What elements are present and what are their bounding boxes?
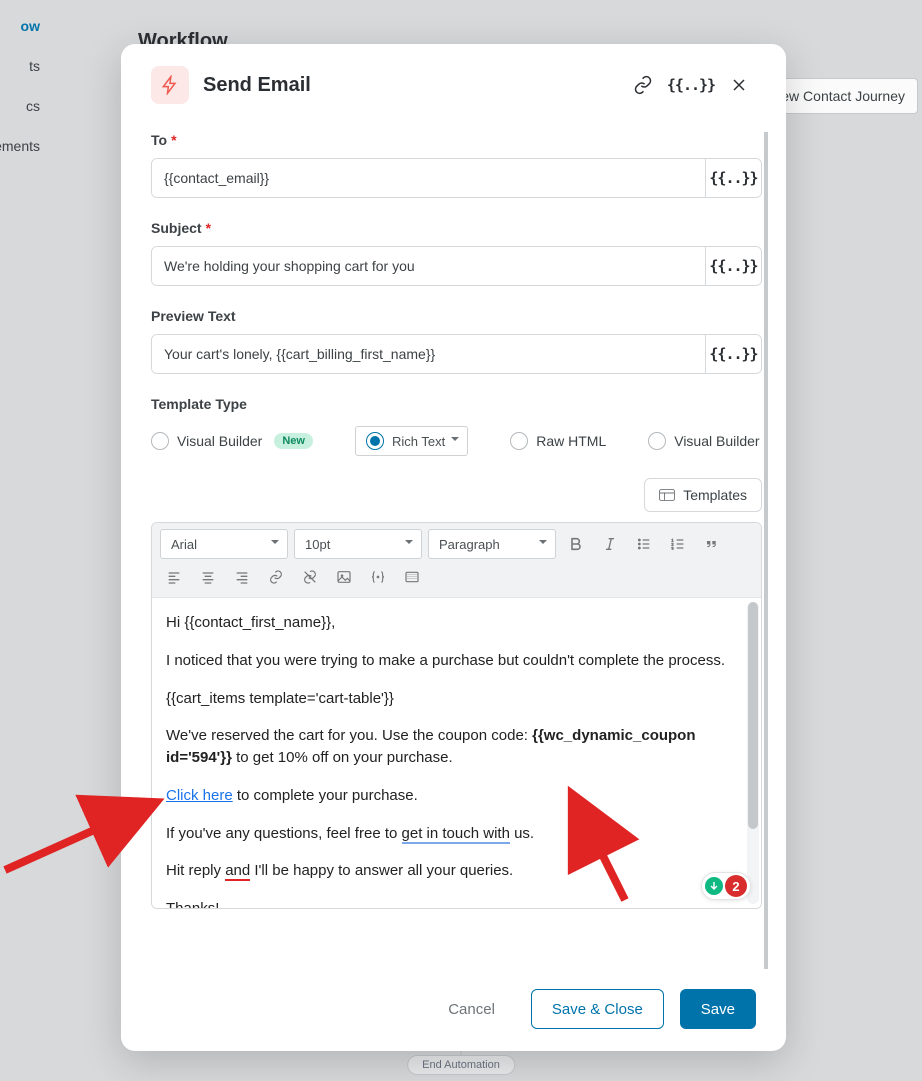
sidenav-item[interactable]: ow	[0, 6, 48, 46]
block-format-select[interactable]: Paragraph	[428, 529, 556, 559]
field-template-type: Template Type Visual BuilderNew Rich Tex…	[151, 396, 762, 456]
editor-toolbar: Arial 10pt Paragraph 123	[152, 523, 761, 598]
template-type-radios: Visual BuilderNew Rich Text Raw HTML Vis…	[151, 426, 762, 456]
editor-line: I noticed that you were trying to make a…	[166, 650, 747, 672]
templates-row: Templates	[151, 478, 762, 512]
unlink-icon[interactable]	[296, 563, 324, 591]
subject-input-row: {{..}}	[151, 246, 762, 286]
modal-header: Send Email {{..}}	[151, 66, 756, 104]
action-lightning-icon	[151, 66, 189, 104]
grammar-count: 2	[725, 875, 747, 897]
editor-line: We've reserved the cart for you. Use the…	[166, 725, 747, 769]
grammar-arrow-icon	[705, 877, 723, 895]
editor-line: Hi {{contact_first_name}},	[166, 612, 747, 634]
radio-rich-text[interactable]: Rich Text	[355, 426, 468, 456]
templates-button[interactable]: Templates	[644, 478, 762, 512]
merge-button[interactable]: {{..}}	[705, 159, 761, 197]
insert-link-icon[interactable]	[262, 563, 290, 591]
click-here-link[interactable]: Click here	[166, 787, 233, 804]
new-badge: New	[274, 433, 313, 449]
italic-icon[interactable]	[596, 530, 624, 558]
label-to: To*	[151, 132, 762, 148]
sidenav-item[interactable]: ements	[0, 126, 48, 166]
modal-body: To* {{..}} Subject* {{..}} Preview Text …	[151, 132, 768, 969]
field-subject: Subject* {{..}}	[151, 220, 762, 286]
preview-input[interactable]	[152, 335, 705, 373]
radio-visual-builder-new[interactable]: Visual BuilderNew	[151, 432, 313, 450]
editor-line: {{cart_items template='cart-table'}}	[166, 688, 747, 710]
end-automation-pill[interactable]: End Automation	[407, 1055, 515, 1075]
align-left-icon[interactable]	[160, 563, 188, 591]
sidenav-item[interactable]: cs	[0, 86, 48, 126]
cancel-button[interactable]: Cancel	[428, 989, 515, 1029]
close-icon[interactable]	[722, 68, 756, 102]
blockquote-icon[interactable]	[698, 530, 726, 558]
save-button[interactable]: Save	[680, 989, 756, 1029]
modal-title: Send Email	[203, 74, 612, 97]
preview-input-row: {{..}}	[151, 334, 762, 374]
font-family-select[interactable]: Arial	[160, 529, 288, 559]
to-input[interactable]	[152, 159, 705, 197]
subject-input[interactable]	[152, 247, 705, 285]
editor-body[interactable]: Hi {{contact_first_name}}, I noticed tha…	[152, 598, 761, 908]
merge-button[interactable]: {{..}}	[705, 335, 761, 373]
numbered-list-icon[interactable]: 123	[664, 530, 692, 558]
svg-text:3: 3	[671, 545, 674, 550]
rich-text-editor: Arial 10pt Paragraph 123	[151, 522, 762, 909]
font-size-select[interactable]: 10pt	[294, 529, 422, 559]
side-nav: ow ts cs ements	[0, 6, 48, 166]
field-to: To* {{..}}	[151, 132, 762, 198]
sidenav-item[interactable]: ts	[0, 46, 48, 86]
to-input-row: {{..}}	[151, 158, 762, 198]
align-center-icon[interactable]	[194, 563, 222, 591]
send-email-modal: Send Email {{..}} To* {{..}} Subject* {{…	[121, 44, 786, 1051]
bullet-list-icon[interactable]	[630, 530, 658, 558]
radio-raw-html[interactable]: Raw HTML	[510, 432, 606, 450]
editor-line: Thanks!	[166, 898, 747, 908]
editor-line: Hit reply and I'll be happy to answer al…	[166, 860, 747, 882]
merge-tag-icon[interactable]	[364, 563, 392, 591]
contact-journey-button[interactable]: ew Contact Journey	[769, 78, 918, 114]
align-right-icon[interactable]	[228, 563, 256, 591]
image-icon[interactable]	[330, 563, 358, 591]
label-template-type: Template Type	[151, 396, 762, 412]
link-icon[interactable]	[626, 68, 660, 102]
scrollbar-thumb[interactable]	[748, 602, 758, 829]
modal-footer: Cancel Save & Close Save	[151, 969, 756, 1051]
editor-body-wrap: Hi {{contact_first_name}}, I noticed tha…	[152, 598, 761, 908]
bold-icon[interactable]	[562, 530, 590, 558]
label-subject: Subject*	[151, 220, 762, 236]
merge-button[interactable]: {{..}}	[705, 247, 761, 285]
merge-tags-icon[interactable]: {{..}}	[674, 68, 708, 102]
editor-line: Click here to complete your purchase.	[166, 785, 747, 807]
radio-visual-builder[interactable]: Visual Builder	[648, 432, 759, 450]
source-code-icon[interactable]	[398, 563, 426, 591]
save-close-button[interactable]: Save & Close	[531, 989, 664, 1029]
field-preview: Preview Text {{..}}	[151, 308, 762, 374]
grammar-pill[interactable]: 2	[701, 872, 751, 900]
editor-line: If you've any questions, feel free to ge…	[166, 823, 747, 845]
editor-scrollbar[interactable]	[747, 602, 759, 904]
label-preview: Preview Text	[151, 308, 762, 324]
